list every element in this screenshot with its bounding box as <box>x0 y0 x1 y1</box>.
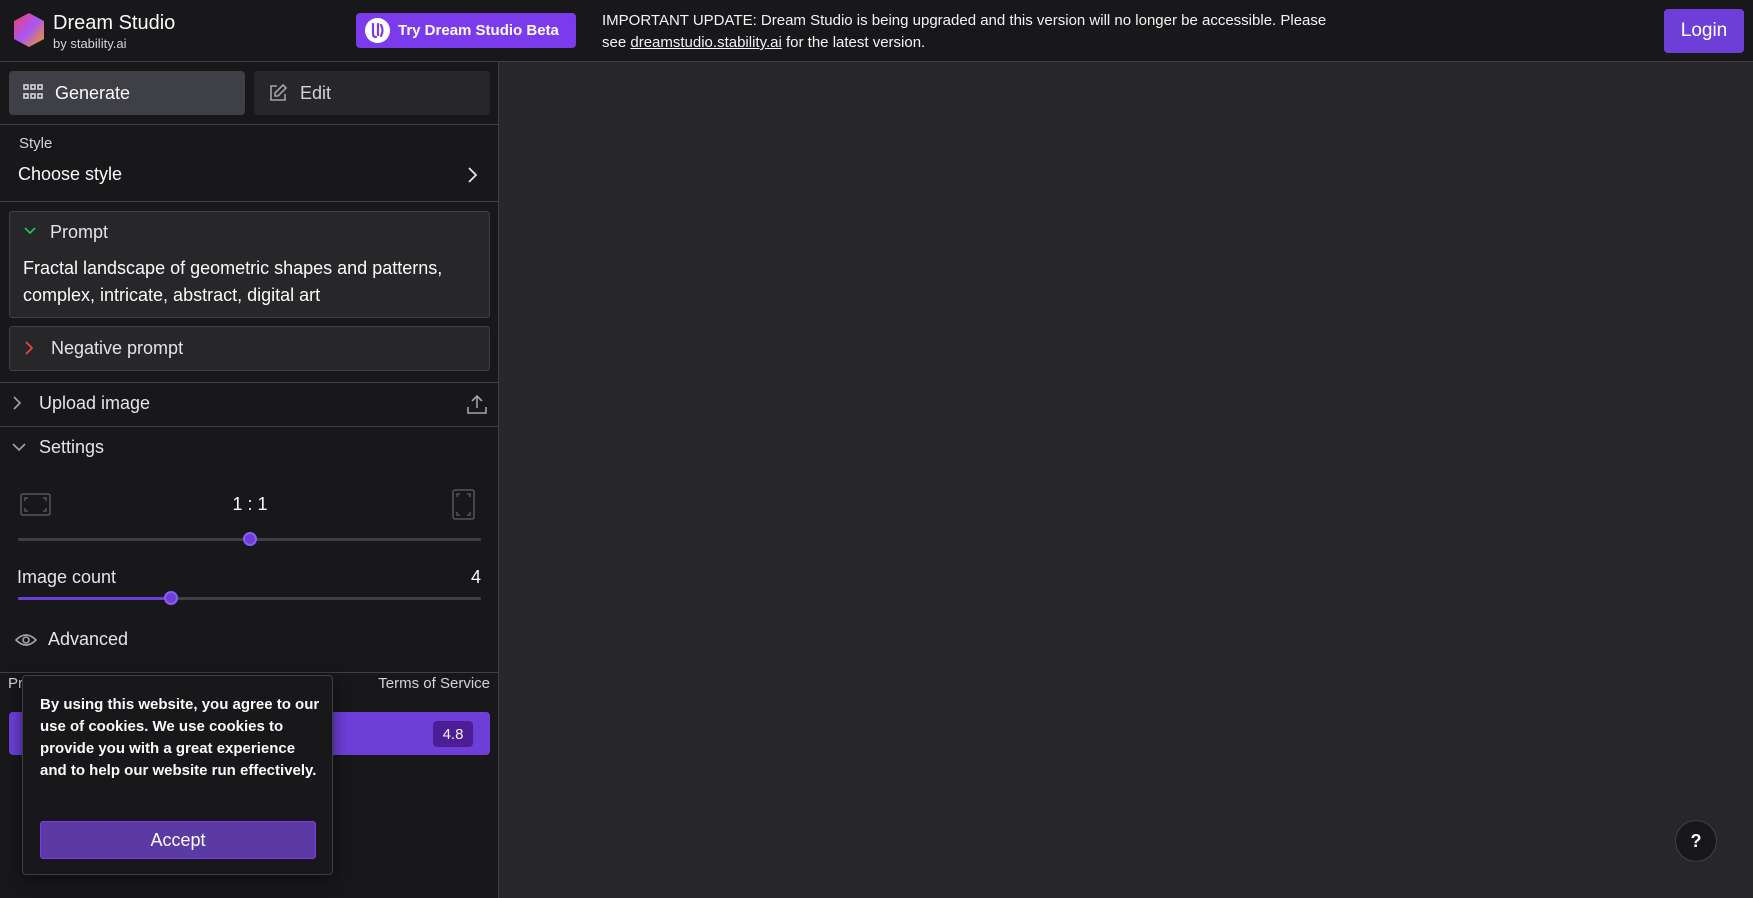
terms-of-service-link[interactable]: Terms of Service <box>360 675 490 692</box>
dreamstudio-link[interactable]: dreamstudio.stability.ai <box>630 34 781 51</box>
eye-icon <box>15 634 37 646</box>
divider <box>0 124 499 125</box>
prompt-panel: Prompt Fractal landscape of geometric sh… <box>9 211 490 318</box>
help-button[interactable]: ? <box>1675 820 1717 862</box>
brand-subtitle: by stability.ai <box>53 36 127 51</box>
settings-label: Settings <box>39 437 105 457</box>
divider <box>0 201 499 202</box>
chevron-down-icon <box>12 443 26 452</box>
tab-edit-label: Edit <box>300 82 332 103</box>
prompt-input[interactable]: Fractal landscape of geometric shapes an… <box>23 255 483 309</box>
cookie-text: By using this website, you agree to our … <box>40 696 320 779</box>
brand-title: Dream Studio <box>53 12 176 34</box>
upload-icon[interactable] <box>466 393 488 415</box>
beta-logo-icon <box>365 18 390 43</box>
landscape-ratio-icon[interactable] <box>20 493 51 516</box>
tab-generate-label: Generate <box>55 82 131 103</box>
image-count-value: 4 <box>470 567 481 587</box>
chevron-right-icon <box>25 341 34 355</box>
prompt-title[interactable]: Prompt <box>50 222 108 243</box>
chevron-down-icon <box>24 227 36 235</box>
divider <box>0 672 499 673</box>
chevron-right-icon <box>468 167 478 183</box>
style-value: Choose style <box>18 164 123 184</box>
image-count-slider-thumb[interactable] <box>163 591 178 605</box>
aspect-ratio-slider[interactable] <box>18 532 481 546</box>
notice-line1: IMPORTANT UPDATE: Dream Studio is being … <box>602 12 1327 29</box>
tab-edit[interactable]: Edit <box>254 71 490 115</box>
privacy-link[interactable]: Pr <box>8 675 23 692</box>
divider <box>0 426 499 427</box>
chevron-right-icon <box>13 396 22 410</box>
notice-prefix: see <box>602 34 631 51</box>
negative-prompt-title: Negative prompt <box>51 338 184 358</box>
notice-suffix: for the latest version. <box>781 34 926 51</box>
negative-prompt-panel[interactable]: Negative prompt <box>9 326 490 371</box>
image-count-slider-fill <box>18 597 171 600</box>
grid-icon <box>23 84 43 99</box>
style-label: Style <box>19 135 53 152</box>
cost-badge: 4.8 <box>433 721 473 747</box>
try-beta-label: Try Dream Studio Beta <box>398 22 559 39</box>
cookie-consent-popup: By using this website, you agree to our … <box>22 675 333 875</box>
divider <box>0 382 499 383</box>
portrait-ratio-icon[interactable] <box>452 489 475 520</box>
top-header: Dream Studio by stability.ai Try Dream S… <box>0 0 1753 62</box>
image-count-slider[interactable] <box>18 591 481 605</box>
advanced-label: Advanced <box>48 629 129 649</box>
dream-studio-logo-icon <box>14 13 44 47</box>
accept-cookies-button[interactable]: Accept <box>40 821 316 859</box>
important-update-notice: IMPORTANT UPDATE: Dream Studio is being … <box>602 10 1392 54</box>
try-beta-button[interactable]: Try Dream Studio Beta <box>356 13 576 48</box>
edit-icon <box>270 83 288 101</box>
image-count-label: Image count <box>17 567 117 587</box>
tab-generate[interactable]: Generate <box>9 71 245 115</box>
upload-image-label: Upload image <box>39 393 151 413</box>
login-button[interactable]: Login <box>1664 9 1744 53</box>
aspect-ratio-slider-thumb[interactable] <box>242 532 257 546</box>
aspect-ratio-value: 1 : 1 <box>232 494 268 514</box>
